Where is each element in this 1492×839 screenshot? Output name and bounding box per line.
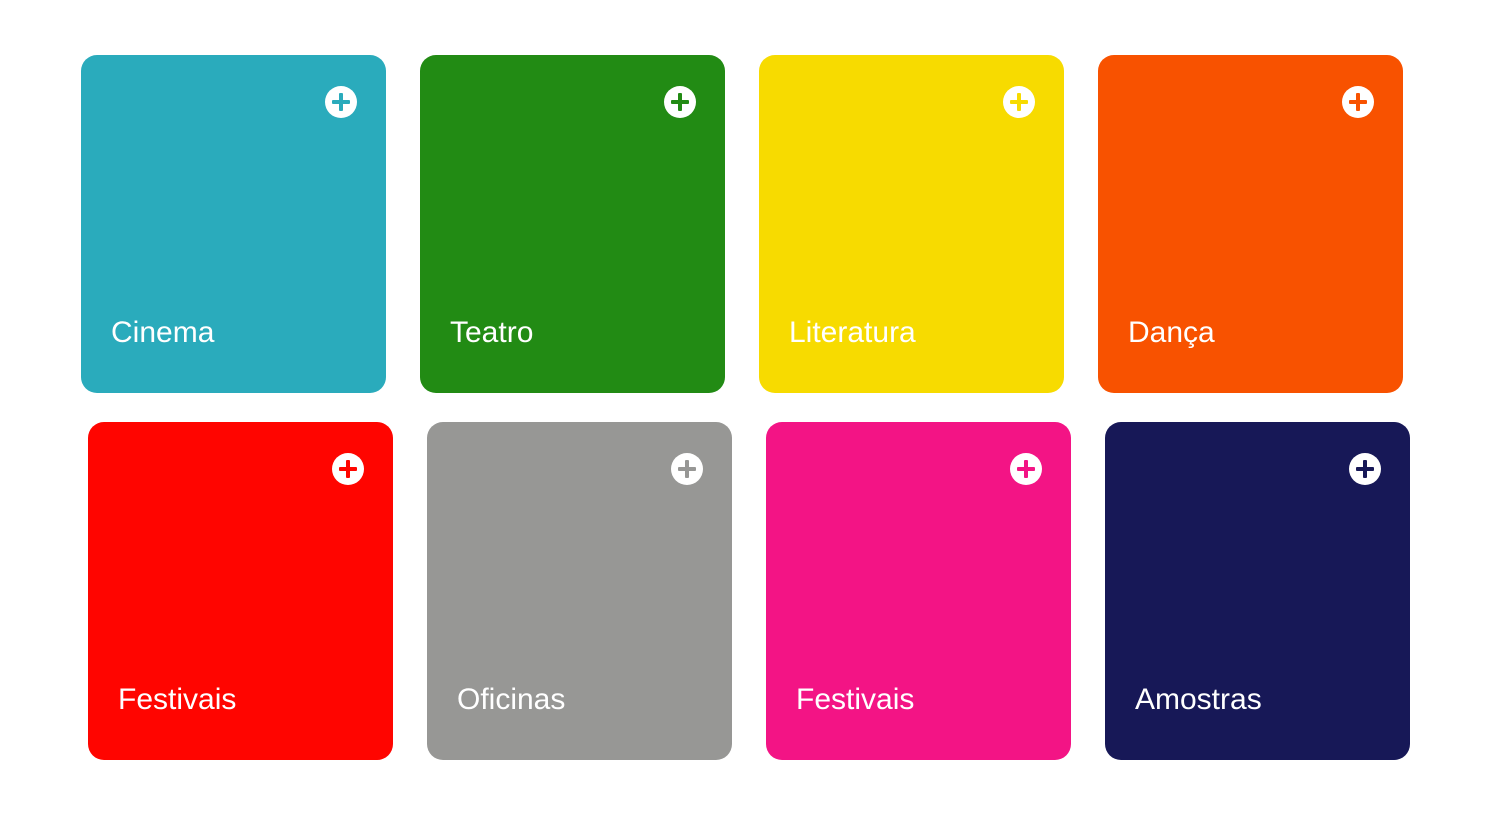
category-label: Festivais xyxy=(796,683,915,716)
category-tile-festivais[interactable]: Festivais xyxy=(88,422,393,760)
category-tile-cinema[interactable]: Cinema xyxy=(81,55,386,393)
category-label: Cinema xyxy=(111,316,215,349)
category-label: Teatro xyxy=(450,316,534,349)
plus-circle-icon[interactable] xyxy=(664,86,696,118)
category-label: Amostras xyxy=(1135,683,1262,716)
category-tile-literatura[interactable]: Literatura xyxy=(759,55,1064,393)
plus-circle-icon[interactable] xyxy=(1003,86,1035,118)
plus-circle-icon[interactable] xyxy=(1342,86,1374,118)
category-label: Literatura xyxy=(789,316,916,349)
plus-circle-icon[interactable] xyxy=(1010,453,1042,485)
category-tile-teatro[interactable]: Teatro xyxy=(420,55,725,393)
category-label: Dança xyxy=(1128,316,1215,349)
plus-circle-icon[interactable] xyxy=(325,86,357,118)
category-tile-festivais-2[interactable]: Festivais xyxy=(766,422,1071,760)
plus-circle-icon[interactable] xyxy=(671,453,703,485)
category-label: Oficinas xyxy=(457,683,566,716)
category-tile-danca[interactable]: Dança xyxy=(1098,55,1403,393)
plus-circle-icon[interactable] xyxy=(332,453,364,485)
category-tile-amostras[interactable]: Amostras xyxy=(1105,422,1410,760)
plus-circle-icon[interactable] xyxy=(1349,453,1381,485)
category-tile-oficinas[interactable]: Oficinas xyxy=(427,422,732,760)
category-label: Festivais xyxy=(118,683,237,716)
